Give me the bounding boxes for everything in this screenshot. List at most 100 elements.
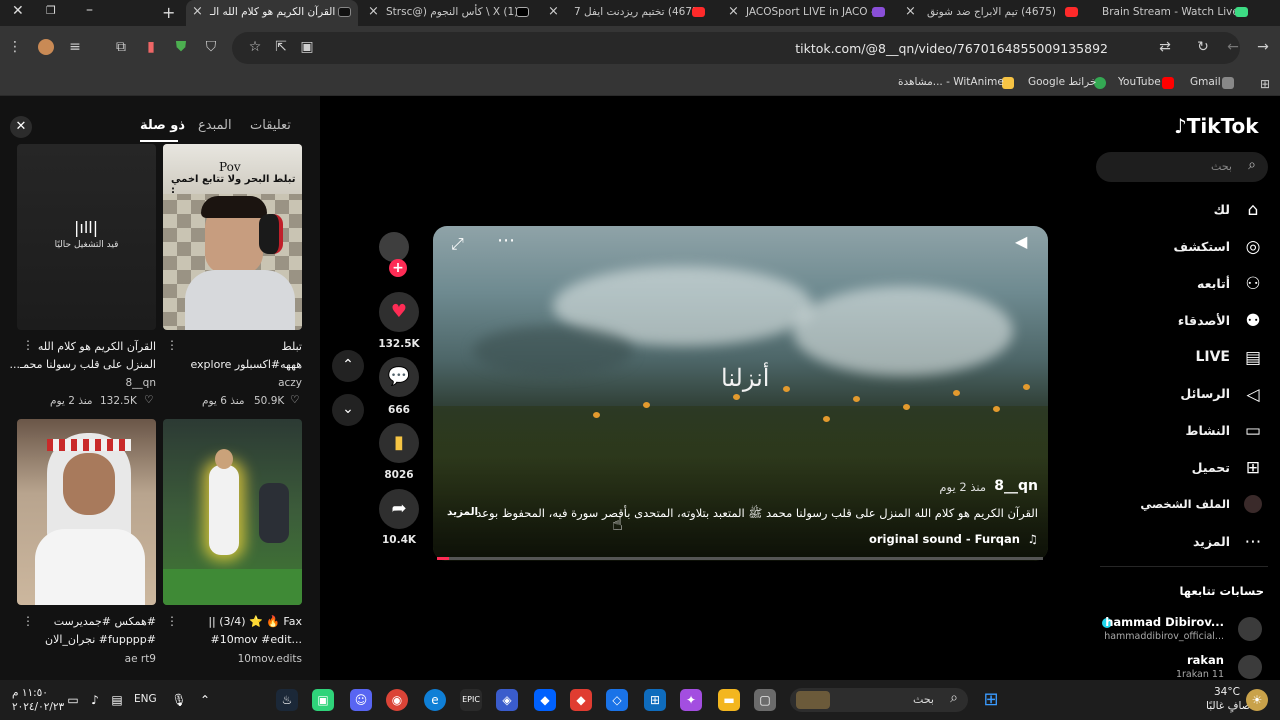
- app-icon[interactable]: ◆: [570, 689, 592, 711]
- network-icon[interactable]: ▤: [106, 689, 128, 711]
- clock-time[interactable]: ١١:٥٠ م: [12, 687, 48, 699]
- related-video-thumbnail[interactable]: |ıll| قيد التشغيل حاليًا: [17, 144, 156, 330]
- comment-button[interactable]: 💬: [379, 357, 419, 397]
- related-video-thumbnail[interactable]: [17, 419, 156, 605]
- more-options-icon[interactable]: ⋮: [166, 614, 178, 628]
- related-video-thumbnail[interactable]: [163, 419, 302, 605]
- media-control-icon[interactable]: ≡: [66, 39, 84, 55]
- volume-icon[interactable]: ◀: [1015, 232, 1027, 251]
- speaker-icon[interactable]: ♪: [84, 689, 106, 711]
- security-icon[interactable]: ⛉: [202, 39, 220, 55]
- show-hidden-icons[interactable]: ⌃: [194, 689, 216, 711]
- bookmark-star-icon[interactable]: ☆: [246, 39, 264, 55]
- weather-desc[interactable]: صافٍ غالبًا: [1206, 700, 1251, 712]
- epic-games-icon[interactable]: EPIC: [460, 689, 482, 711]
- bookmark-witanime[interactable]: مشاهدة... - WitAnime: [898, 76, 1004, 88]
- clock-date[interactable]: ٢٠٢٤/٠٢/٢٣: [12, 701, 64, 713]
- tab-related[interactable]: ذو صلة: [140, 118, 185, 133]
- bookmark-gmail[interactable]: Gmail: [1190, 76, 1221, 88]
- fullscreen-icon[interactable]: ⤢: [451, 234, 464, 254]
- related-video-thumbnail[interactable]: Pov تبلط البحر ولا تتابع اخمي :: [163, 144, 302, 330]
- minimize-icon[interactable]: –: [86, 2, 93, 18]
- tab-comments[interactable]: تعليقات: [250, 118, 291, 133]
- search-icon[interactable]: ⌕: [1248, 157, 1256, 173]
- weather-temp[interactable]: 34°C: [1214, 686, 1240, 698]
- more-options-icon[interactable]: ⋮: [22, 338, 34, 352]
- close-tab-icon[interactable]: ×: [192, 4, 203, 19]
- next-video-icon[interactable]: ⌄: [332, 394, 364, 426]
- app-icon[interactable]: ▣: [312, 689, 334, 711]
- related-caption[interactable]: || (3/4) ⭐ 🔥 Fax: [208, 615, 302, 628]
- browser-tab[interactable]: × JACOSport LIVE in JACO -: [726, 0, 906, 26]
- url-text[interactable]: tiktok.com/@8__qn/video/7670164855009135…: [795, 41, 1108, 56]
- more-options-icon[interactable]: ⋮: [22, 614, 34, 628]
- bookmark-maps[interactable]: خرائط Google: [1028, 76, 1096, 88]
- app-icon[interactable]: ◇: [606, 689, 628, 711]
- taskbar-search[interactable]: بحث ⌕: [790, 688, 968, 712]
- browser-tab[interactable]: × (4675) تيم الابراج ضد شونق: [905, 0, 1085, 26]
- related-caption[interactable]: هههه#اكسبلور explore: [190, 358, 302, 371]
- search-box[interactable]: بحث ⌕: [1096, 152, 1268, 182]
- related-author[interactable]: 10mov.edits: [238, 653, 302, 665]
- related-author[interactable]: aczy: [278, 377, 302, 389]
- app-icon[interactable]: ◈: [496, 689, 518, 711]
- like-button[interactable]: ♥: [379, 292, 419, 332]
- more-options-icon[interactable]: ⋯: [497, 230, 515, 251]
- site-settings-icon[interactable]: ⇄: [1156, 39, 1174, 55]
- close-tab-icon[interactable]: ×: [548, 4, 559, 19]
- browser-tab[interactable]: × (4675) تختيم ريزدنت ايفل 7: [546, 0, 716, 26]
- input-language[interactable]: ENG: [134, 693, 157, 705]
- browser-tab-active[interactable]: × القرآن الكريم هو كلام الله الـ: [186, 0, 358, 26]
- video-author[interactable]: 8__qn: [994, 478, 1038, 494]
- dropbox-icon[interactable]: ◆: [534, 689, 556, 711]
- bookmark-youtube[interactable]: YouTube: [1118, 76, 1161, 88]
- windows-start-icon[interactable]: ⊞: [980, 689, 1002, 711]
- battery-icon[interactable]: ▭: [62, 689, 84, 711]
- app-icon[interactable]: ▢: [754, 689, 776, 711]
- extension-icon[interactable]: ▮: [142, 39, 160, 55]
- profile-avatar[interactable]: [38, 39, 54, 55]
- store-icon[interactable]: ⊞: [644, 689, 666, 711]
- back-icon[interactable]: →: [1254, 39, 1272, 55]
- reload-icon[interactable]: ↻: [1194, 39, 1212, 55]
- file-explorer-icon[interactable]: ▬: [718, 689, 740, 711]
- menu-dots-icon[interactable]: ⋮: [6, 39, 24, 55]
- translate-icon[interactable]: ▣: [298, 39, 316, 55]
- browser-tab[interactable]: × Brain Stream - Watch Live: [1098, 0, 1248, 26]
- weather-icon[interactable]: ☀: [1246, 689, 1268, 711]
- copilot-icon[interactable]: ✦: [680, 689, 702, 711]
- forward-icon[interactable]: ←: [1224, 39, 1242, 55]
- caption-more-link[interactable]: المزيد: [447, 506, 478, 518]
- related-caption[interactable]: #همكس #جمديرست: [54, 615, 156, 628]
- share-button[interactable]: ➦: [379, 489, 419, 529]
- apps-grid-icon[interactable]: ⊞: [1260, 77, 1272, 91]
- close-tab-icon[interactable]: ×: [905, 4, 916, 19]
- previous-video-icon[interactable]: ⌃: [332, 350, 364, 382]
- save-button[interactable]: ▮: [379, 423, 419, 463]
- address-bar[interactable]: ☆ ⇱ ▣ tiktok.com/@8__qn/video/7670164855…: [232, 32, 1240, 64]
- new-tab-icon[interactable]: +: [162, 3, 175, 22]
- related-author[interactable]: ae rt9: [125, 653, 156, 665]
- discord-icon[interactable]: ☺: [350, 689, 372, 711]
- edge-icon[interactable]: e: [424, 689, 446, 711]
- close-tab-icon[interactable]: ×: [728, 4, 739, 19]
- related-caption[interactable]: المنزل على قلب رسولنا محمـ...: [9, 358, 156, 371]
- restore-icon[interactable]: ❐: [46, 4, 56, 17]
- related-caption[interactable]: تبلط: [282, 340, 302, 353]
- tiktok-logo[interactable]: ♪TikTok: [1174, 114, 1259, 138]
- close-tab-icon[interactable]: ×: [368, 4, 379, 19]
- browser-tab[interactable]: × (1) X \ كأس النجوم (@Strsc: [366, 0, 536, 26]
- shield-icon[interactable]: ⛊: [172, 39, 190, 55]
- sound-name[interactable]: original sound - Furqan: [869, 532, 1020, 546]
- chrome-icon[interactable]: ◉: [386, 689, 408, 711]
- related-caption[interactable]: #10mov #edit...: [211, 633, 303, 646]
- progress-track[interactable]: [437, 557, 1043, 560]
- steam-icon[interactable]: ♨: [276, 689, 298, 711]
- related-caption[interactable]: القرآن الكريم هو كلام الله: [38, 340, 156, 353]
- share-icon[interactable]: ⇱: [272, 39, 290, 55]
- tab-creator[interactable]: المبدع: [198, 118, 232, 133]
- video-player[interactable]: أنزلنا ⤢ ⋯ ◀ 8__qn منذ 2 يوم القرآن الكر…: [433, 226, 1048, 561]
- follow-plus-icon[interactable]: +: [389, 259, 407, 277]
- extensions-icon[interactable]: ⧉: [112, 39, 130, 55]
- more-options-icon[interactable]: ⋮: [166, 338, 178, 352]
